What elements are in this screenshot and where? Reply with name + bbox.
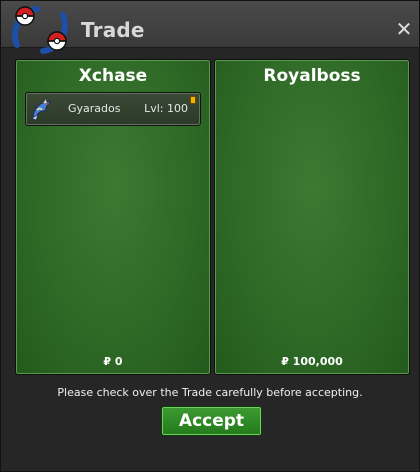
item-level: Lvl: 100 <box>144 102 188 115</box>
close-icon[interactable]: ✕ <box>395 19 413 39</box>
left-money-offer: ₽ 0 <box>103 355 123 368</box>
title-bar[interactable]: Trade ✕ <box>1 1 419 54</box>
right-trade-panel: Royalboss ₽ 100,000 <box>214 59 410 375</box>
trade-notice: Please check over the Trade carefully be… <box>57 386 363 399</box>
accept-button[interactable]: Accept <box>161 406 262 436</box>
pokeball-trade-logo-icon <box>12 6 68 54</box>
window-title: Trade <box>81 18 145 42</box>
left-trade-panel: Xchase Gyarados Lvl: 100 ₽ 0 <box>15 59 211 375</box>
right-player-name: Royalboss <box>263 66 361 86</box>
left-player-name: Xchase <box>78 66 148 86</box>
item-name: Gyarados <box>68 102 121 115</box>
trade-window: Trade ✕ Xchase Gyarados Lvl: 100 ₽ 0 Roy… <box>0 0 420 472</box>
right-money-offer: ₽ 100,000 <box>281 355 343 368</box>
item-badge-icon <box>190 96 196 104</box>
gyarados-sprite-icon <box>31 98 53 121</box>
trade-item-slot[interactable]: Gyarados Lvl: 100 <box>25 92 201 126</box>
